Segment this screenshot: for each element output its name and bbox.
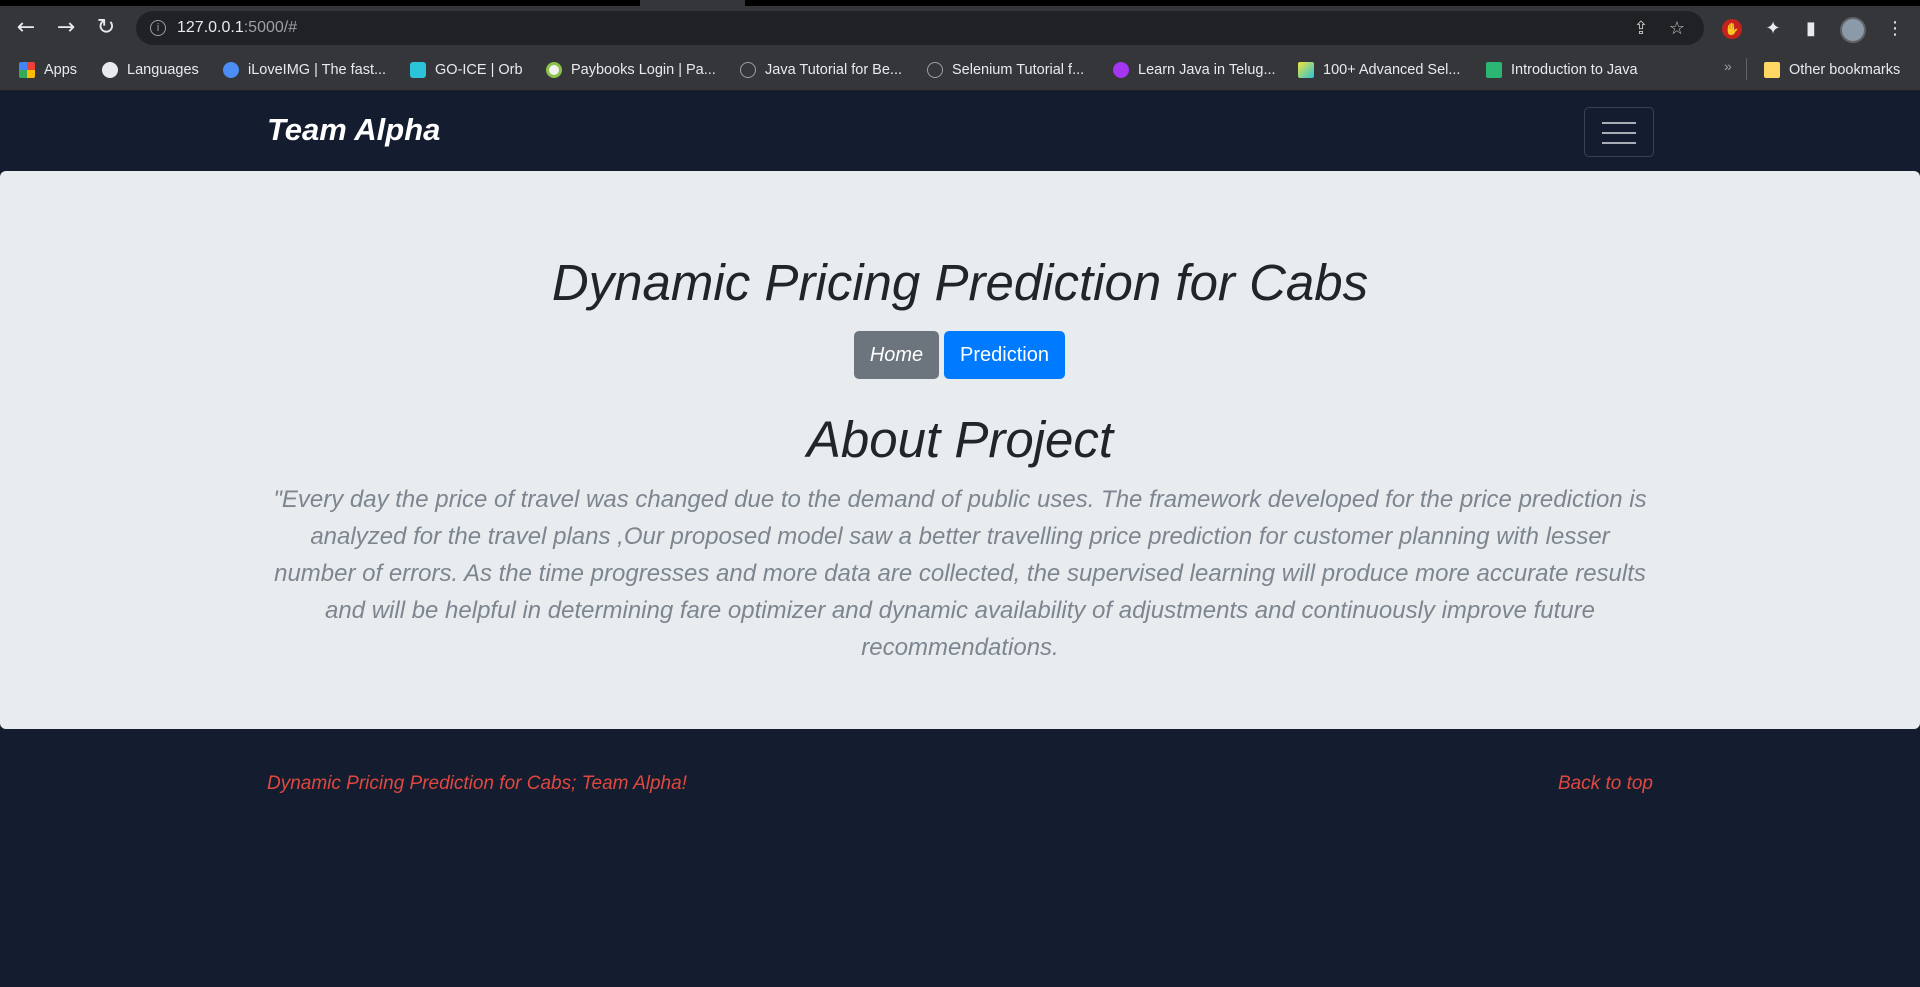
bookmark-languages[interactable]: Languages (102, 58, 199, 82)
bookmark-selenium-tutorial[interactable]: Selenium Tutorial f... (927, 58, 1084, 82)
navbar-brand[interactable]: Team Alpha (267, 112, 440, 148)
bookmark-label: Introduction to Java (1511, 62, 1638, 78)
share-icon[interactable]: ⇪ (1630, 18, 1652, 40)
folder-icon (1764, 62, 1780, 78)
bookmark-ilovemg[interactable]: iLoveIMG | The fast... (223, 58, 386, 82)
page-title: Dynamic Pricing Prediction for Cabs (551, 254, 1369, 311)
bookmark-label: Languages (127, 62, 199, 78)
about-heading: About Project (806, 411, 1114, 468)
bookmark-label: Paybooks Login | Pa... (571, 62, 716, 78)
profile-avatar[interactable] (1840, 17, 1866, 43)
url-path: :5000/# (243, 19, 298, 36)
url-host: 127.0.0.1 (177, 19, 244, 36)
address-bar[interactable]: i 127.0.0.1:5000/# ⇪ ☆ (136, 11, 1704, 45)
other-bookmarks[interactable]: Other bookmarks (1764, 58, 1900, 82)
bookmark-star-icon[interactable]: ☆ (1666, 18, 1688, 40)
bookmark-go-ice[interactable]: GO-ICE | Orb (410, 58, 523, 82)
hamburger-icon (1602, 132, 1636, 134)
side-panel-icon[interactable]: ▮ (1800, 18, 1822, 40)
bookmark-label: Apps (44, 62, 78, 78)
w-icon (1486, 62, 1502, 78)
bookmark-label: Java Tutorial for Be... (765, 62, 903, 78)
paybooks-icon (546, 62, 562, 78)
hero-jumbotron: Dynamic Pricing Prediction for Cabs Home… (0, 171, 1920, 729)
extensions-puzzle-icon[interactable]: ✦ (1762, 18, 1784, 40)
prediction-button[interactable]: Prediction (944, 331, 1065, 379)
bookmark-advanced-selenium[interactable]: 100+ Advanced Sel... (1298, 58, 1460, 82)
back-to-top-link[interactable]: Back to top (1558, 773, 1653, 795)
site-icon (927, 62, 943, 78)
heart-icon (223, 62, 239, 78)
bookmarks-bar: Apps Languages iLoveIMG | The fast... GO… (0, 49, 1920, 91)
site-info-icon[interactable]: i (150, 20, 166, 36)
bookmark-intro-java[interactable]: Introduction to Java (1486, 58, 1638, 82)
bookmark-label: iLoveIMG | The fast... (248, 62, 387, 78)
other-bookmarks-label: Other bookmarks (1789, 62, 1901, 78)
bookmark-label: GO-ICE | Orb (435, 62, 523, 78)
bookmark-apps[interactable]: Apps (19, 58, 77, 82)
hamburger-icon (1602, 122, 1636, 124)
site-navbar: Team Alpha (0, 92, 1920, 171)
about-description: "Every day the price of travel was chang… (273, 486, 1647, 661)
reload-icon[interactable]: ↻ (92, 14, 120, 42)
navbar-toggler-button[interactable] (1584, 107, 1654, 157)
bookmark-label: Learn Java in Telug... (1138, 62, 1276, 78)
bookmark-label: 100+ Advanced Sel... (1323, 62, 1461, 78)
home-button[interactable]: Home (854, 331, 939, 379)
bookmark-java-tutorial[interactable]: Java Tutorial for Be... (740, 58, 902, 82)
bookmark-paybooks[interactable]: Paybooks Login | Pa... (546, 58, 716, 82)
adblock-extension-icon[interactable]: ✋ (1722, 19, 1742, 39)
apps-grid-icon (19, 62, 35, 78)
back-arrow-icon[interactable]: ← (12, 14, 40, 42)
bookmarks-overflow-chevron-icon[interactable]: » (1724, 58, 1732, 74)
more-menu-icon[interactable]: ⋮ (1884, 18, 1906, 40)
stm-icon (1298, 62, 1314, 78)
udemy-icon (1113, 62, 1129, 78)
bookmarks-divider (1746, 58, 1747, 80)
site-icon (740, 62, 756, 78)
hamburger-icon (1602, 142, 1636, 144)
url-text[interactable]: 127.0.0.1:5000/# (177, 19, 297, 37)
footer-text: Dynamic Pricing Prediction for Cabs; Tea… (267, 773, 687, 794)
bookmark-label: Selenium Tutorial f... (952, 62, 1085, 78)
bookmark-learn-java-telugu[interactable]: Learn Java in Telug... (1113, 58, 1276, 82)
hero-buttons: Home Prediction (854, 331, 1065, 379)
cube-icon (410, 62, 426, 78)
forward-arrow-icon[interactable]: → (52, 14, 80, 42)
browser-toolbar: ← → ↻ i 127.0.0.1:5000/# ⇪ ☆ ✋ ✦ ▮ ⋮ (0, 6, 1920, 49)
gear-icon (102, 62, 118, 78)
